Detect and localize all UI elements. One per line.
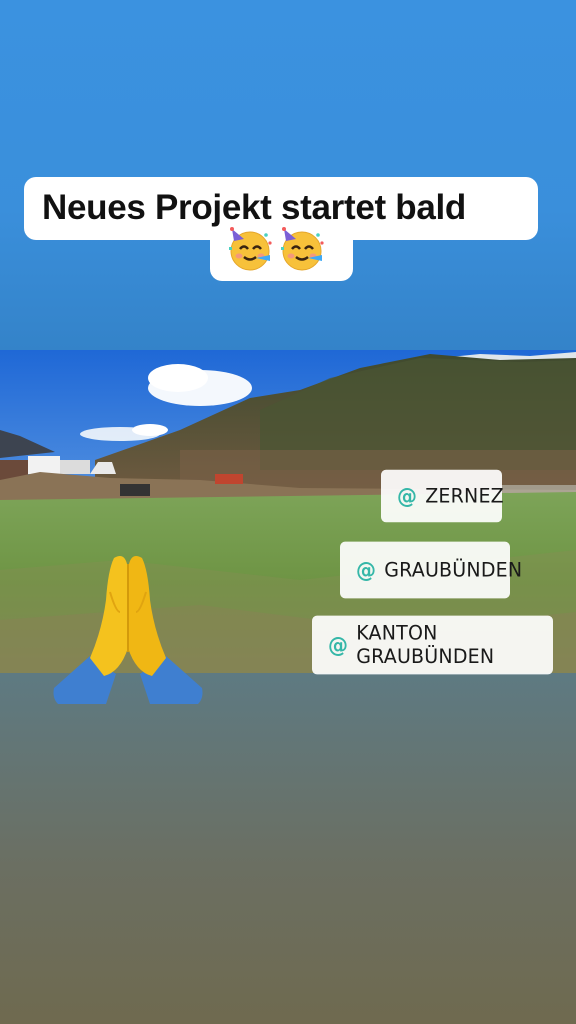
emoji-row: [226, 225, 326, 273]
at-icon: @: [356, 557, 377, 583]
partying-face-icon: [281, 227, 324, 271]
mention-label: KANTON GRAUBÜNDEN: [356, 621, 495, 669]
story-title[interactable]: Neues Projekt startet bald: [24, 188, 538, 228]
bottom-background: [0, 673, 576, 1024]
mention-label: ZERNEZ: [425, 484, 504, 508]
top-background: [0, 0, 576, 350]
at-icon: @: [328, 632, 349, 658]
at-icon: @: [397, 483, 418, 509]
partying-face-icon: [229, 227, 272, 271]
mention-tag-graubuenden[interactable]: @ GRAUBÜNDEN: [340, 541, 522, 599]
mention-tag-zernez[interactable]: @ ZERNEZ: [381, 469, 504, 523]
mention-label: GRAUBÜNDEN: [384, 558, 523, 582]
mention-tag-kanton-graubuenden[interactable]: @ KANTON GRAUBÜNDEN: [312, 615, 553, 675]
folded-hands-icon[interactable]: [50, 552, 206, 706]
